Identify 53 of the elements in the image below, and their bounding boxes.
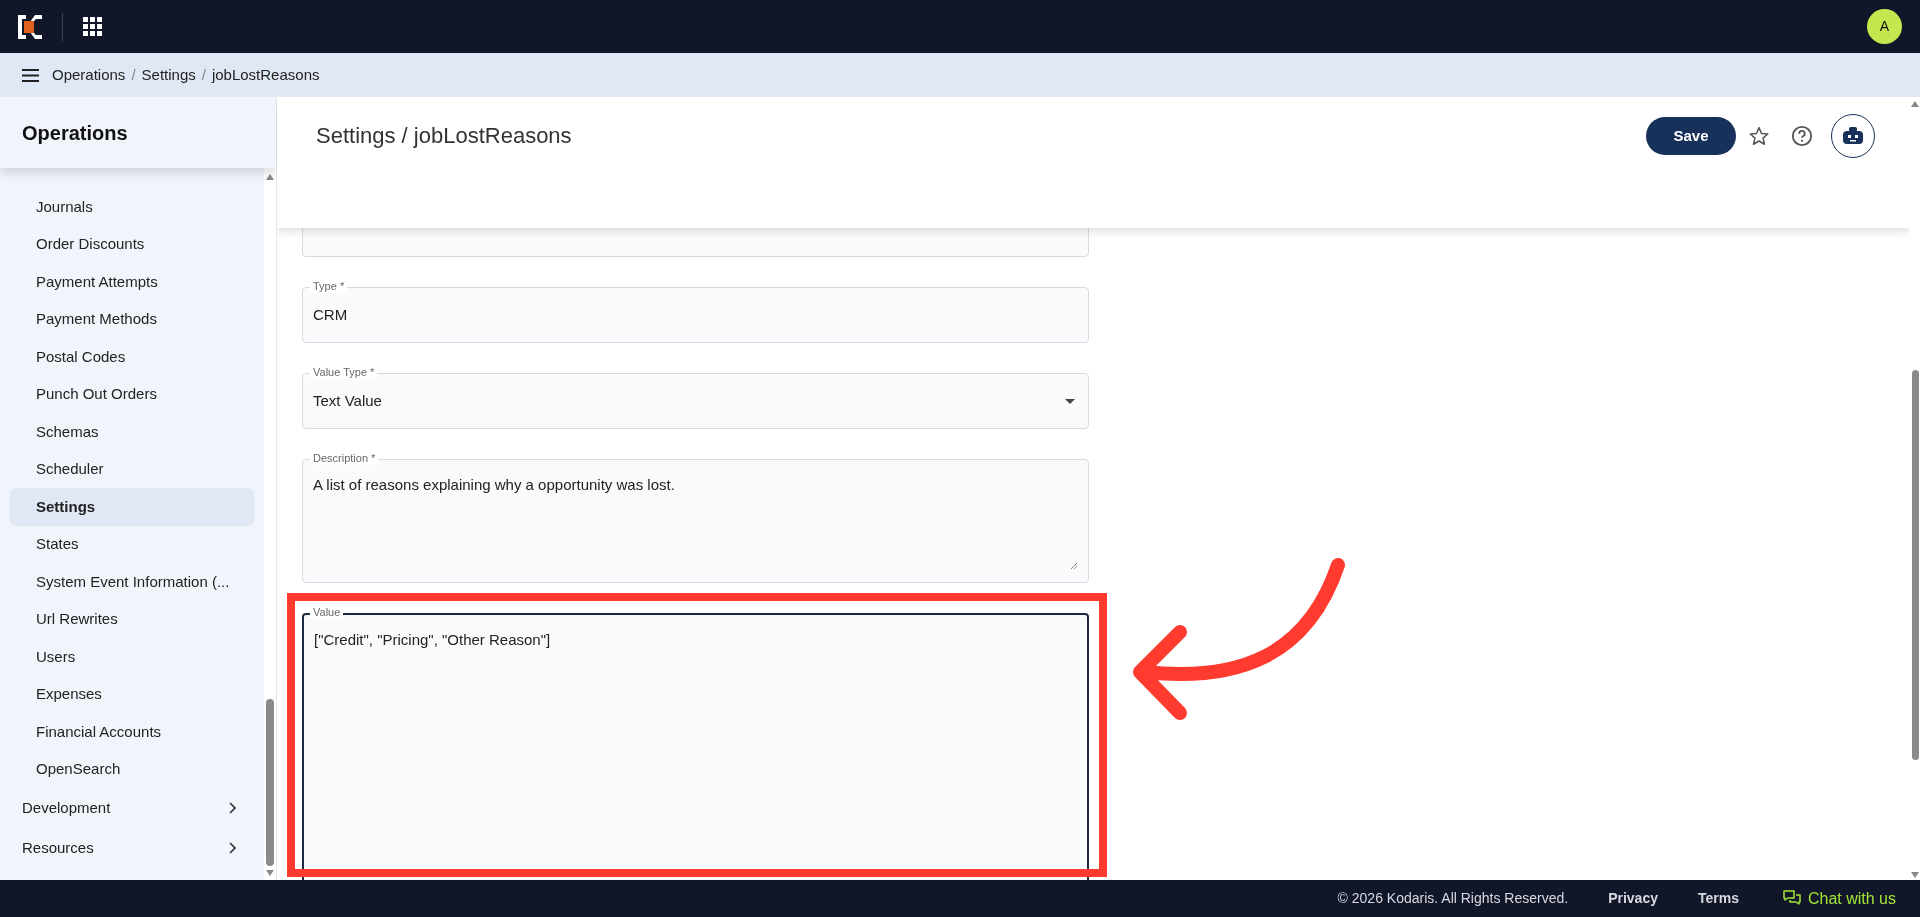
breadcrumb-link[interactable]: Operations — [52, 63, 126, 87]
sidebar-item[interactable]: Postal Codes — [9, 338, 255, 376]
scroll-up-icon[interactable] — [266, 174, 274, 180]
chevron-right-icon — [229, 802, 236, 814]
sidebar-item[interactable]: Order Discounts — [9, 225, 255, 263]
breadcrumb-link[interactable]: jobLostReasons — [211, 63, 320, 87]
copyright-text: © 2026 Kodaris. All Rights Reserved. — [1337, 889, 1569, 908]
help-icon[interactable] — [1791, 125, 1813, 147]
field-label: Value — [310, 606, 344, 619]
chat-link[interactable]: Chat with us — [1807, 886, 1896, 911]
dropdown-caret-icon — [1065, 398, 1075, 404]
save-button[interactable]: Save — [1646, 117, 1736, 155]
breadcrumb-separator: / — [201, 64, 206, 85]
scroll-down-icon[interactable] — [266, 870, 274, 876]
sidebar-item[interactable]: Url Rewrites — [9, 600, 255, 638]
sidebar-item[interactable]: Payment Attempts — [9, 263, 255, 301]
scrollbar-thumb[interactable] — [266, 699, 274, 866]
menu-icon[interactable] — [22, 68, 39, 82]
sidebar-item[interactable]: Punch Out Orders — [9, 375, 255, 413]
sidebar-item[interactable]: Expenses — [9, 675, 255, 713]
apps-grid-icon[interactable] — [83, 17, 102, 36]
sidebar-item[interactable]: Payment Methods — [9, 300, 255, 338]
sidebar-item[interactable]: Scheduler — [9, 450, 255, 488]
sidebar-header: Operations — [0, 97, 276, 168]
sidebar-item[interactable]: System Event Information (... — [9, 563, 255, 601]
sidebar-group[interactable]: Development — [0, 788, 264, 828]
breadcrumb-link[interactable]: Settings — [141, 63, 196, 87]
resize-handle-icon — [1070, 562, 1078, 570]
logo-icon[interactable] — [18, 14, 42, 39]
chevron-right-icon — [229, 842, 236, 854]
sidebar-item[interactable]: OpenSearch — [9, 750, 255, 788]
scrollbar[interactable] — [264, 168, 276, 880]
footer-link[interactable]: Terms — [1697, 888, 1739, 909]
footer-link[interactable]: Privacy — [1608, 888, 1658, 909]
sidebar-group[interactable]: Resources — [0, 828, 264, 868]
scroll-up-icon[interactable] — [1911, 101, 1919, 107]
sidebar-item[interactable]: Users — [9, 638, 255, 676]
sidebar-item[interactable]: Schemas — [9, 413, 255, 451]
page-title: Settings / jobLostReasons — [316, 122, 572, 150]
breadcrumb-separator: / — [131, 64, 136, 85]
field-label: Value Type * — [310, 366, 378, 379]
sidebar-item[interactable]: Journals — [9, 188, 255, 226]
scrollbar-thumb[interactable] — [1911, 370, 1919, 760]
star-icon[interactable] — [1749, 126, 1769, 146]
sidebar-item[interactable]: Financial Accounts — [9, 713, 255, 751]
field-label: Type * — [310, 280, 348, 293]
sidebar-item[interactable]: Settings — [9, 488, 255, 526]
sidebar-item[interactable]: States — [9, 525, 255, 563]
field-label: Description * — [310, 452, 379, 465]
robot-icon — [1842, 126, 1864, 146]
scroll-down-icon[interactable] — [1911, 872, 1919, 878]
user-avatar[interactable]: A — [1867, 9, 1902, 44]
chat-icon[interactable] — [1782, 890, 1801, 907]
